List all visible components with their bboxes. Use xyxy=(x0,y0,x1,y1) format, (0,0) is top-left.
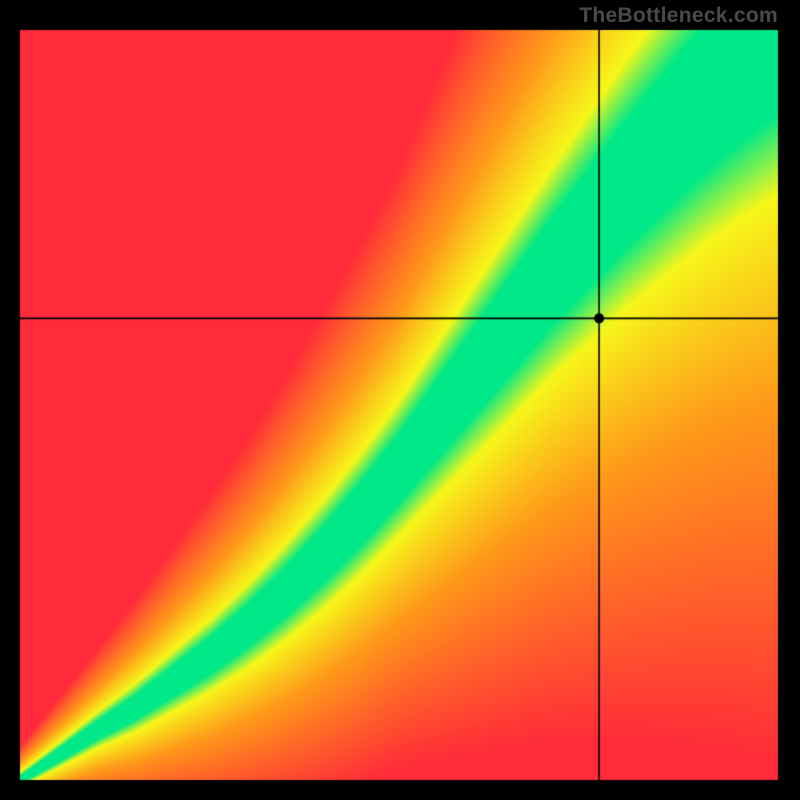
bottleneck-heatmap-container: TheBottleneck.com xyxy=(0,0,800,800)
watermark-text: TheBottleneck.com xyxy=(579,4,778,28)
bottleneck-heatmap-canvas xyxy=(0,0,800,800)
